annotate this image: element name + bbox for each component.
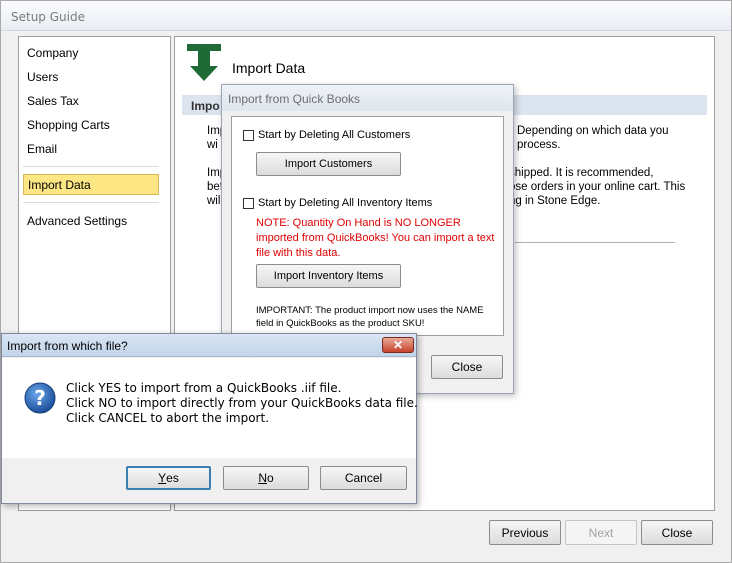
sidebar-item-users[interactable]: Users (27, 70, 58, 84)
message-area: ? Click YES to import from a QuickBooks … (2, 358, 418, 458)
recommend-text-right: shipped. It is recommended, ose orders i… (509, 166, 685, 208)
intro-line: Depending on which data you (517, 125, 669, 137)
sidebar-item-company[interactable]: Company (27, 46, 78, 60)
sidebar-divider (23, 202, 159, 203)
yes-label: es (166, 471, 179, 485)
no-mnemonic: N (258, 471, 267, 485)
sidebar-divider (23, 166, 159, 167)
title-bar: Setup Guide (1, 1, 731, 31)
sidebar-item-email[interactable]: Email (27, 142, 57, 156)
next-button[interactable]: Next (565, 520, 637, 545)
delete-customers-label: Start by Deleting All Customers (258, 129, 411, 141)
sidebar-item-import-data[interactable]: Import Data (23, 174, 159, 195)
window-title: Setup Guide (11, 10, 85, 24)
no-label: o (266, 471, 274, 485)
import-file-dialog: Import from which file? ✕ ? Click YES to… (1, 333, 418, 504)
dialog-title: Import from which file? (7, 339, 128, 353)
message-line: Click CANCEL to abort the import. (66, 411, 270, 425)
sidebar-item-advanced-settings[interactable]: Advanced Settings (27, 214, 127, 228)
intro-line: process. (517, 139, 561, 151)
close-button[interactable]: Close (641, 520, 713, 545)
recommend-line: shipped. It is recommended, (509, 167, 654, 179)
delete-customers-checkbox[interactable] (243, 130, 254, 141)
message-line: Click NO to import directly from your Qu… (66, 396, 418, 410)
dialog-title-bar: Import from which file? ✕ (2, 334, 416, 357)
dialog-message: Click YES to import from a QuickBooks .i… (66, 381, 418, 426)
svg-text:?: ? (34, 386, 46, 410)
recommend-line: ose orders in your online cart. This (509, 181, 686, 193)
yes-mnemonic: Y (158, 471, 167, 485)
download-arrow-icon (187, 44, 221, 81)
intro-text-right: Depending on which data you process. (517, 124, 669, 152)
delete-inventory-checkbox[interactable] (243, 198, 254, 209)
quantity-warning-note: NOTE: Quantity On Hand is NO LONGER impo… (256, 217, 495, 259)
import-options-panel: Start by Deleting All Customers Import C… (231, 116, 504, 336)
question-icon: ? (24, 382, 56, 414)
page-title: Import Data (232, 60, 306, 76)
delete-inventory-label: Start by Deleting All Inventory Items (258, 197, 433, 209)
important-note: IMPORTANT: The product import now uses t… (256, 305, 484, 329)
dialog-title: Import from Quick Books (228, 92, 361, 106)
yes-button[interactable]: Yes (126, 466, 211, 490)
sidebar-item-sales-tax[interactable]: Sales Tax (27, 94, 79, 108)
close-icon[interactable]: ✕ (382, 337, 414, 353)
import-inventory-button[interactable]: Import Inventory Items (256, 264, 401, 288)
dialog-close-button[interactable]: Close (431, 355, 503, 379)
previous-button[interactable]: Previous (489, 520, 561, 545)
import-customers-button[interactable]: Import Customers (256, 152, 401, 176)
divider (515, 242, 675, 243)
message-line: Click YES to import from a QuickBooks .i… (66, 381, 342, 395)
no-button[interactable]: No (223, 466, 309, 490)
section-header-text: Impo (191, 99, 220, 113)
sidebar-item-shopping-carts[interactable]: Shopping Carts (27, 118, 110, 132)
recommend-line: ng in Stone Edge. (509, 195, 601, 207)
cancel-button[interactable]: Cancel (320, 466, 407, 490)
dialog-title-bar: Import from Quick Books (222, 85, 513, 111)
